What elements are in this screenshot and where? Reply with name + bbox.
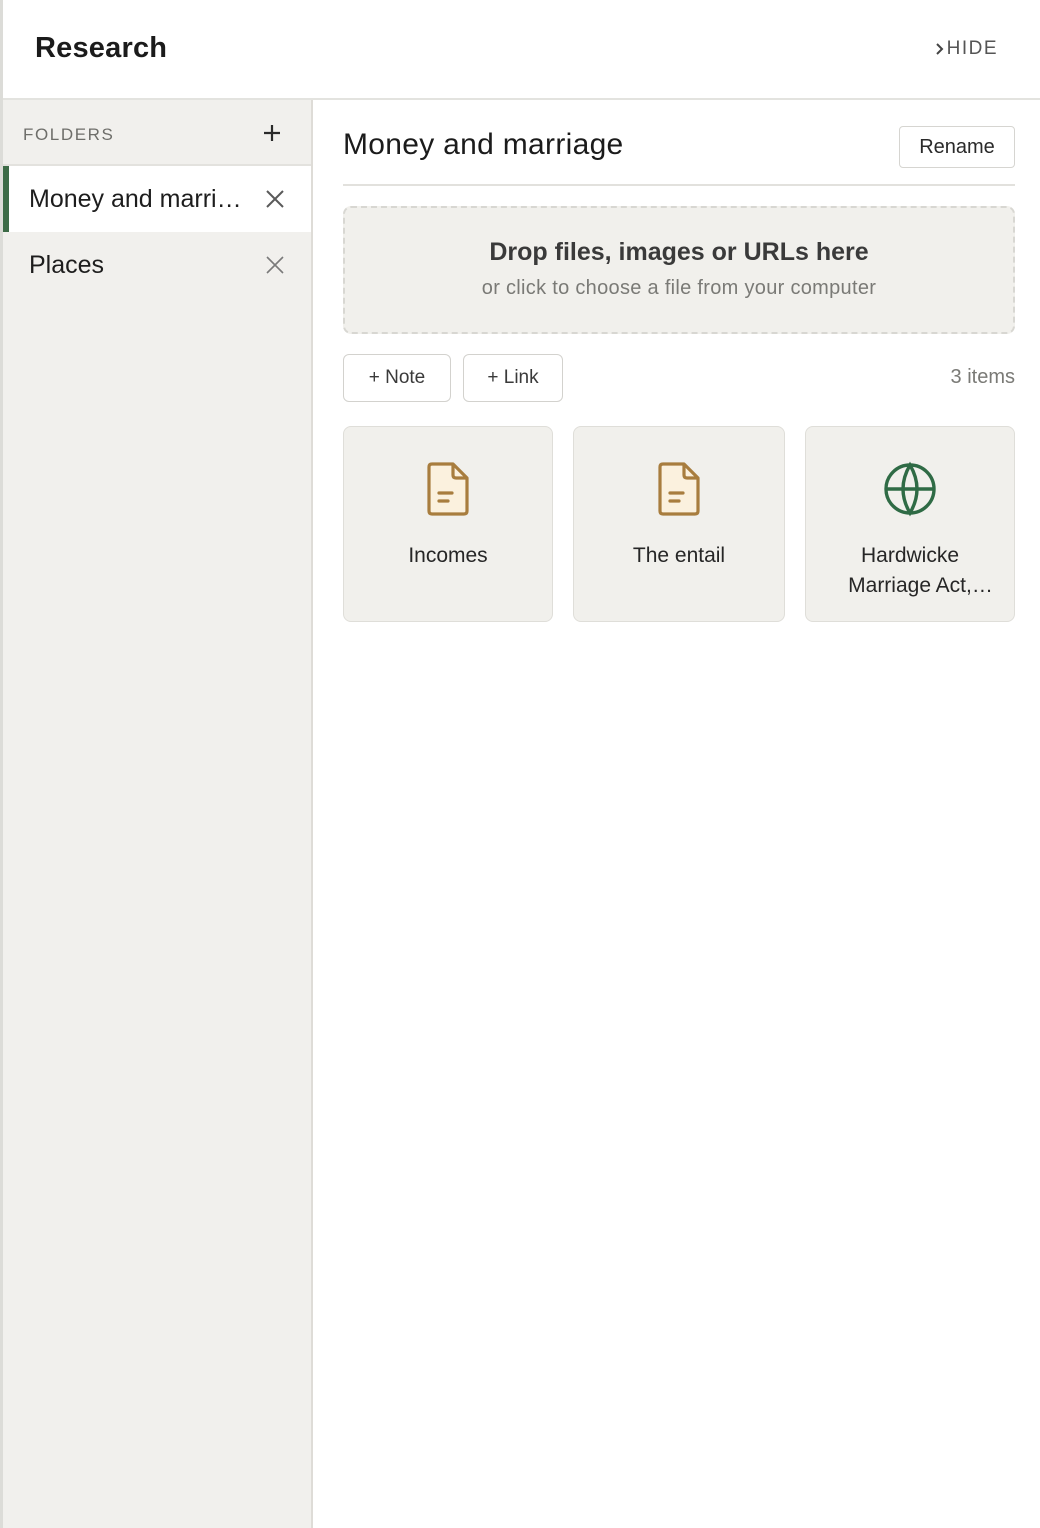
item-card-the-entail[interactable]: The entail	[573, 426, 785, 622]
folder-item-places[interactable]: Places	[3, 232, 311, 298]
folders-label: FOLDERS	[23, 125, 115, 144]
folder-item-money-and-marriage[interactable]: Money and marriage	[3, 166, 311, 232]
items-count: 3 items	[950, 366, 1015, 388]
dropzone-title: Drop files, images or URLs here	[489, 238, 869, 266]
item-card-hardwicke-marriage-act[interactable]: Hardwicke Marriage Act, 1753	[805, 426, 1015, 622]
item-actions: + Note + Link 3 items	[343, 354, 1015, 402]
chevron-right-icon	[935, 43, 944, 55]
add-note-button[interactable]: + Note	[343, 354, 451, 402]
folders-header: FOLDERS	[3, 100, 311, 166]
item-label: Incomes	[408, 544, 488, 567]
panel-header: Research HIDE	[3, 0, 1040, 100]
research-panel: Research HIDE FOLDERS Money and marriage…	[0, 0, 1040, 1528]
item-label: Hardwicke Marriage Act, 1753	[848, 544, 972, 597]
rename-button[interactable]: Rename	[899, 126, 1015, 168]
folder-title: Money and marriage	[343, 128, 624, 161]
close-icon[interactable]	[265, 189, 285, 209]
folder-label: Money and marriage	[29, 184, 251, 213]
document-icon	[427, 462, 469, 516]
items-grid: Incomes The entail Hardwicke Marriage Ac…	[343, 426, 1015, 622]
hide-button[interactable]: HIDE	[935, 38, 998, 60]
file-dropzone[interactable]: Drop files, images or URLs here or click…	[343, 206, 1015, 334]
folder-heading: Money and marriage Rename	[343, 100, 1015, 186]
document-icon	[658, 462, 700, 516]
add-link-button[interactable]: + Link	[463, 354, 563, 402]
close-icon[interactable]	[265, 255, 285, 275]
folders-sidebar: FOLDERS Money and marriage Places	[3, 100, 313, 1528]
folder-content: Money and marriage Rename Drop files, im…	[343, 100, 1015, 622]
dropzone-subtitle: or click to choose a file from your comp…	[481, 277, 877, 299]
item-card-incomes[interactable]: Incomes	[343, 426, 553, 622]
folder-label: Places	[29, 250, 105, 279]
item-label: The entail	[632, 544, 726, 567]
panel-title: Research	[35, 32, 168, 64]
add-folder-icon[interactable]	[261, 122, 283, 144]
globe-icon	[884, 461, 936, 517]
hide-label: HIDE	[946, 38, 998, 59]
